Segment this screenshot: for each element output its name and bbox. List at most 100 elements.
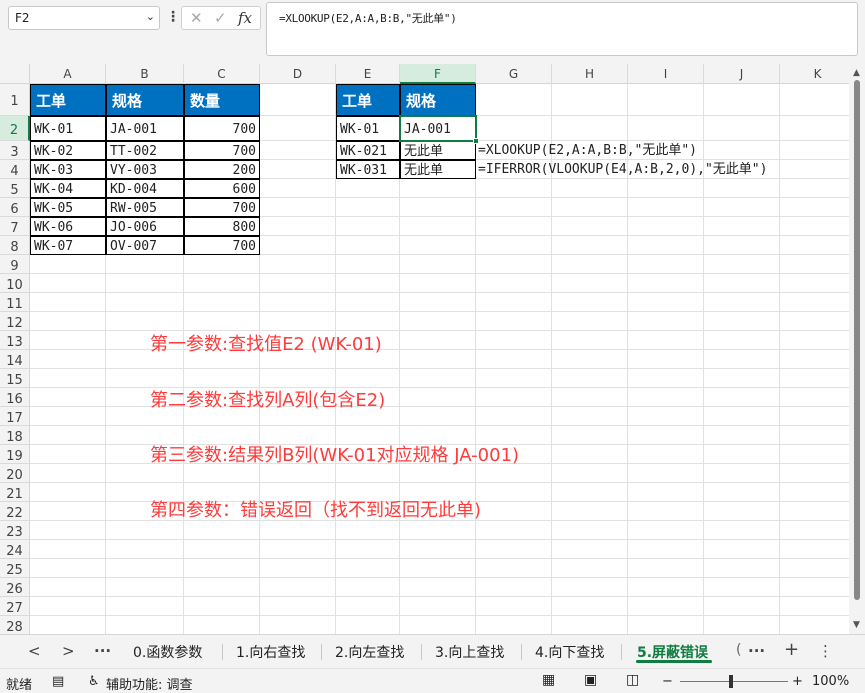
table1-cell[interactable]: 600 [184, 179, 260, 198]
table2-header-cell[interactable]: 规格 [400, 84, 476, 116]
table1-cell[interactable]: WK-03 [30, 160, 106, 179]
table2-cell[interactable]: WK-021 [336, 141, 400, 160]
table1-cell[interactable]: WK-05 [30, 198, 106, 217]
row-header-17[interactable]: 17 [0, 407, 30, 426]
normal-view-icon[interactable]: ▦ [542, 672, 555, 688]
row-header-28[interactable]: 28 [0, 616, 30, 634]
accessibility-icon[interactable]: ♿ [88, 674, 100, 689]
more-sheets-right-icon[interactable]: ··· [748, 642, 765, 660]
table1-header-cell[interactable]: 规格 [106, 84, 184, 116]
workbook-stats-icon[interactable]: ▤ [52, 674, 64, 689]
row-header-23[interactable]: 23 [0, 521, 30, 540]
table1-cell[interactable]: KD-004 [106, 179, 184, 198]
page-layout-icon[interactable]: ▣ [584, 672, 597, 688]
tab-function-params[interactable]: 0.函数参数 [133, 642, 202, 662]
column-header-k[interactable]: K [780, 64, 849, 84]
row-header-16[interactable]: 16 [0, 388, 30, 407]
row-header-6[interactable]: 6 [0, 198, 30, 217]
add-sheet-icon[interactable]: + [784, 639, 799, 660]
zoom-in-button[interactable]: + [792, 674, 803, 689]
vertical-scrollbar[interactable]: ▲ ▼ [849, 64, 865, 634]
row-header-2[interactable]: 2 [0, 116, 30, 141]
table1-header-cell[interactable]: 数量 [184, 84, 260, 116]
zoom-level[interactable]: 100% [812, 674, 849, 689]
column-header-a[interactable]: A [30, 64, 106, 84]
table1-cell[interactable]: 700 [184, 141, 260, 160]
more-sheets-left-icon[interactable]: ··· [94, 642, 111, 660]
scroll-thumb[interactable] [854, 80, 860, 600]
row-header-7[interactable]: 7 [0, 217, 30, 236]
row-header-26[interactable]: 26 [0, 578, 30, 597]
table1-header-cell[interactable]: 工单 [30, 84, 106, 116]
row-header-1[interactable]: 1 [0, 84, 30, 116]
scroll-down-icon[interactable]: ▼ [853, 620, 860, 630]
table1-cell[interactable]: WK-07 [30, 236, 106, 255]
column-header-c[interactable]: C [184, 64, 260, 84]
row-header-5[interactable]: 5 [0, 179, 30, 198]
tab-lookup-right[interactable]: 1.向右查找 [236, 642, 305, 662]
row-header-25[interactable]: 25 [0, 559, 30, 578]
column-header-d[interactable]: D [260, 64, 336, 84]
next-sheet-icon[interactable]: > [62, 642, 75, 660]
table1-cell[interactable]: TT-002 [106, 141, 184, 160]
row-header-20[interactable]: 20 [0, 464, 30, 483]
select-all-corner[interactable] [0, 64, 30, 84]
row-header-22[interactable]: 22 [0, 502, 30, 521]
insert-function-icon[interactable]: fx [238, 9, 252, 27]
table1-cell[interactable]: WK-06 [30, 217, 106, 236]
row-header-13[interactable]: 13 [0, 331, 30, 350]
sheet-menu-icon[interactable]: ⋮ [818, 642, 833, 660]
row-header-24[interactable]: 24 [0, 540, 30, 559]
table1-cell[interactable]: 800 [184, 217, 260, 236]
row-header-11[interactable]: 11 [0, 293, 30, 312]
active-cell-border[interactable] [399, 115, 479, 144]
row-header-14[interactable]: 14 [0, 350, 30, 369]
row-header-10[interactable]: 10 [0, 274, 30, 293]
table1-cell[interactable]: 700 [184, 198, 260, 217]
column-header-b[interactable]: B [106, 64, 184, 84]
zoom-out-button[interactable]: − [662, 674, 673, 689]
column-header-g[interactable]: G [476, 64, 552, 84]
spreadsheet-grid[interactable]: ABCDEFGHIJK 1 2 3 4 5 6 7 8 9 10 11 12 13 14 15 16 17 18 1… [0, 64, 849, 634]
chevron-down-icon[interactable]: ⌄ [146, 10, 155, 23]
table2-cell[interactable]: WK-01 [336, 116, 400, 141]
tab-lookup-left[interactable]: 2.向左查找 [335, 642, 404, 662]
enter-icon[interactable]: ✓ [214, 9, 227, 27]
table1-cell[interactable]: 700 [184, 116, 260, 141]
row-header-21[interactable]: 21 [0, 483, 30, 502]
row-header-12[interactable]: 12 [0, 312, 30, 331]
fill-handle[interactable] [473, 138, 479, 144]
row-header-3[interactable]: 3 [0, 141, 30, 160]
accessibility-status[interactable]: 辅助功能: 调查 [106, 674, 193, 693]
tab-partial[interactable]: ( [736, 642, 741, 658]
prev-sheet-icon[interactable]: < [28, 642, 41, 660]
table1-cell[interactable]: JA-001 [106, 116, 184, 141]
name-box[interactable]: F2 ⌄ [8, 6, 160, 30]
table2-cell[interactable]: 无此单 [400, 141, 476, 160]
tab-lookup-down[interactable]: 4.向下查找 [535, 642, 604, 662]
table1-cell[interactable]: 700 [184, 236, 260, 255]
column-header-i[interactable]: I [628, 64, 704, 84]
column-header-e[interactable]: E [336, 64, 400, 84]
row-header-18[interactable]: 18 [0, 426, 30, 445]
row-header-8[interactable]: 8 [0, 236, 30, 255]
row-header-4[interactable]: 4 [0, 160, 30, 179]
table1-cell[interactable]: JO-006 [106, 217, 184, 236]
scroll-up-icon[interactable]: ▲ [853, 68, 860, 78]
cancel-icon[interactable]: ✕ [190, 9, 203, 27]
vertical-ellipsis-icon[interactable]: ⋮ [166, 9, 180, 25]
row-header-27[interactable]: 27 [0, 597, 30, 616]
table2-header-cell[interactable]: 工单 [336, 84, 400, 116]
table1-cell[interactable]: 200 [184, 160, 260, 179]
row-header-15[interactable]: 15 [0, 369, 30, 388]
zoom-slider[interactable] [680, 681, 788, 682]
table2-cell[interactable]: WK-031 [336, 160, 400, 179]
table1-cell[interactable]: WK-02 [30, 141, 106, 160]
table1-cell[interactable]: RW-005 [106, 198, 184, 217]
table1-cell[interactable]: VY-003 [106, 160, 184, 179]
zoom-slider-thumb[interactable] [729, 675, 733, 688]
formula-input[interactable]: =XLOOKUP(E2,A:A,B:B,"无此单") [266, 2, 858, 56]
table2-cell[interactable]: 无此单 [400, 160, 476, 179]
table1-cell[interactable]: OV-007 [106, 236, 184, 255]
column-header-h[interactable]: H [552, 64, 628, 84]
